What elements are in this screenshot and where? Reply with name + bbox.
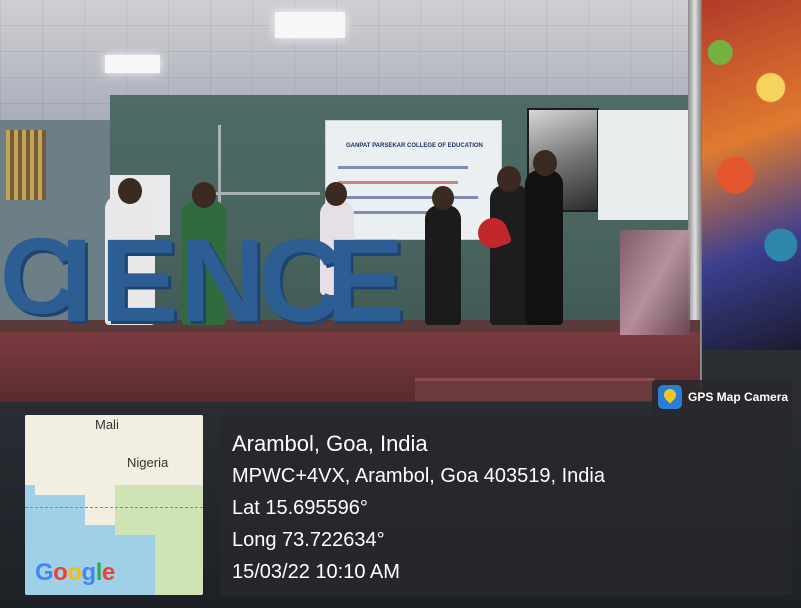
google-logo: Google (35, 559, 115, 586)
map-pin-icon (658, 385, 682, 409)
ceiling-light (105, 55, 160, 73)
student-figure (425, 205, 461, 325)
stage-sign-letter: N (180, 215, 266, 347)
curtain-cloth (620, 230, 690, 335)
ceiling-light (275, 12, 345, 38)
student-head (533, 150, 557, 176)
stage-steps (415, 378, 655, 401)
gps-map-camera-badge: GPS Map Camera (652, 380, 792, 414)
stage-sign-letter: E (326, 215, 405, 347)
map-land (155, 525, 203, 595)
stage-sign-letter: I (60, 215, 93, 347)
whiteboard (598, 110, 690, 220)
map-thumbnail: Mali Nigeria Google (25, 415, 203, 595)
location-address: MPWC+4VX, Arambol, Goa 403519, India (232, 465, 605, 487)
location-datetime: 15/03/22 10:10 AM (232, 561, 400, 583)
banner-title: GANPAT PARSEKAR COLLEGE OF EDUCATION (346, 143, 483, 149)
location-info-panel: Arambol, Goa, India MPWC+4VX, Arambol, G… (220, 415, 792, 595)
map-land (35, 435, 95, 495)
student-head (497, 166, 521, 192)
location-latitude: Lat 15.695596° (232, 497, 368, 519)
stage-sign-letter: E (100, 215, 179, 347)
student-figure (490, 185, 530, 325)
student-head (432, 186, 454, 210)
gps-badge-label: GPS Map Camera (688, 390, 789, 404)
wall-mural (700, 0, 801, 350)
location-longitude: Long 73.722634° (232, 529, 385, 551)
student-figure (525, 170, 563, 325)
equator-line (25, 507, 203, 508)
map-label-mali: Mali (95, 417, 119, 432)
map-label-nigeria: Nigeria (127, 455, 169, 470)
student-head (192, 182, 216, 208)
student-head (118, 178, 142, 204)
location-title: Arambol, Goa, India (232, 431, 428, 456)
student-head (325, 182, 347, 206)
decoration-strip (6, 130, 46, 200)
